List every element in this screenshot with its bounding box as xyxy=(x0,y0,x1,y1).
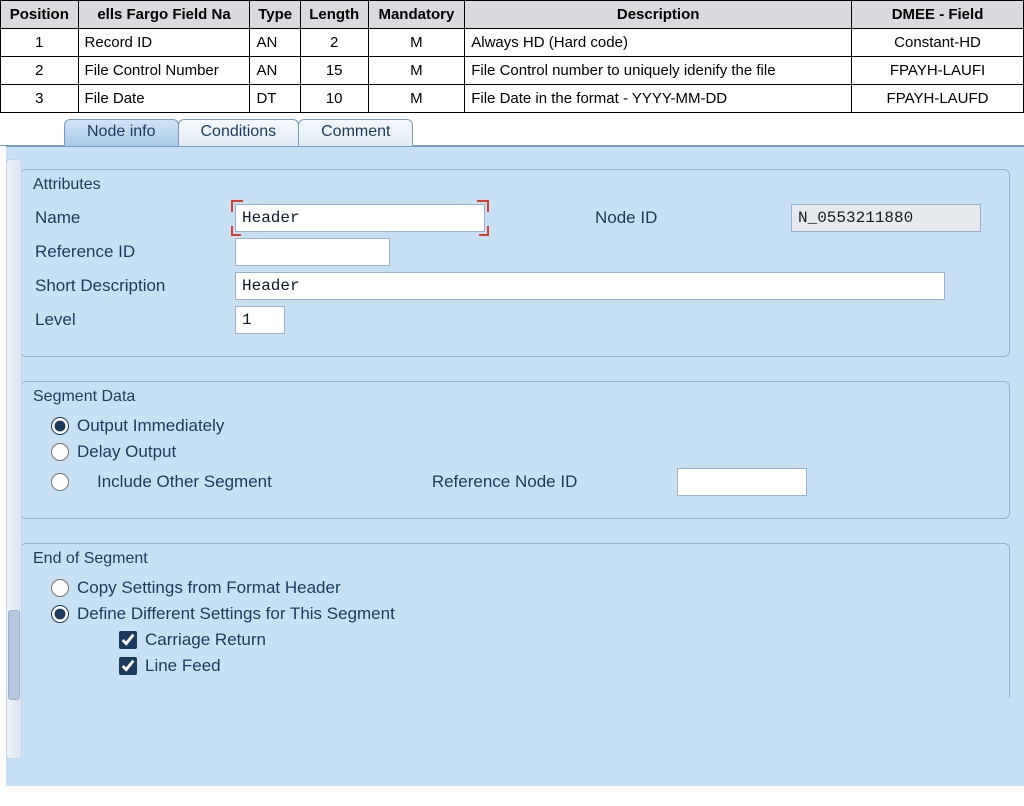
col-type: Type xyxy=(250,1,300,29)
input-short-description[interactable] xyxy=(235,272,945,300)
input-name[interactable] xyxy=(235,204,485,232)
label-carriage-return: Carriage Return xyxy=(145,630,266,650)
label-define-different: Define Different Settings for This Segme… xyxy=(77,604,395,624)
cell-dmee: FPAYH-LAUFD xyxy=(852,85,1024,113)
radio-define-different[interactable] xyxy=(51,605,69,623)
col-dmee: DMEE - Field xyxy=(852,1,1024,29)
table-row[interactable]: 3 File Date DT 10 M File Date in the for… xyxy=(1,85,1024,113)
group-title-segment-data: Segment Data xyxy=(33,388,995,406)
col-position: Position xyxy=(1,1,79,29)
cell-dmee: Constant-HD xyxy=(852,29,1024,57)
check-line-feed[interactable] xyxy=(119,657,137,675)
cell-fieldname: File Date xyxy=(78,85,250,113)
table-row[interactable]: 2 File Control Number AN 15 M File Contr… xyxy=(1,57,1024,85)
cell-position: 2 xyxy=(1,57,79,85)
input-level[interactable] xyxy=(235,306,285,334)
tab-comment[interactable]: Comment xyxy=(298,119,413,146)
label-copy-settings: Copy Settings from Format Header xyxy=(77,578,341,598)
radio-delay-output[interactable] xyxy=(51,443,69,461)
label-reference-node-id: Reference Node ID xyxy=(432,472,578,492)
cell-mandatory: M xyxy=(368,57,465,85)
cell-length: 10 xyxy=(300,85,368,113)
tab-strip: Node info Conditions Comment xyxy=(64,119,1024,146)
radio-include-other-segment[interactable] xyxy=(51,473,69,491)
cell-fieldname: File Control Number xyxy=(78,57,250,85)
cell-length: 2 xyxy=(300,29,368,57)
spec-grid: Position ells Fargo Field Na Type Length… xyxy=(0,0,1024,113)
label-reference-id: Reference ID xyxy=(35,242,235,262)
cell-description: Always HD (Hard code) xyxy=(465,29,852,57)
cell-mandatory: M xyxy=(368,85,465,113)
radio-output-immediately[interactable] xyxy=(51,417,69,435)
label-level: Level xyxy=(35,310,235,330)
label-include-other-segment: Include Other Segment xyxy=(97,472,272,492)
left-scrollbar[interactable] xyxy=(6,159,22,759)
grid-header-row: Position ells Fargo Field Na Type Length… xyxy=(1,1,1024,29)
cell-position: 1 xyxy=(1,29,79,57)
group-title-attributes: Attributes xyxy=(33,176,995,194)
label-short-description: Short Description xyxy=(35,276,235,296)
group-end-of-segment: End of Segment Copy Settings from Format… xyxy=(20,543,1010,698)
label-output-immediately: Output Immediately xyxy=(77,416,224,436)
label-line-feed: Line Feed xyxy=(145,656,221,676)
cell-description: File Date in the format - YYYY-MM-DD xyxy=(465,85,852,113)
cell-type: AN xyxy=(250,57,300,85)
input-reference-node-id[interactable] xyxy=(677,468,807,496)
tab-panel-node-info: Attributes Name Node ID Reference ID Sho… xyxy=(6,146,1024,786)
group-attributes: Attributes Name Node ID Reference ID Sho… xyxy=(20,169,1010,357)
col-fieldname: ells Fargo Field Na xyxy=(78,1,250,29)
tab-conditions[interactable]: Conditions xyxy=(178,119,300,146)
input-reference-id[interactable] xyxy=(235,238,390,266)
scrollbar-thumb[interactable] xyxy=(8,610,20,700)
label-name: Name xyxy=(35,208,235,228)
table-row[interactable]: 1 Record ID AN 2 M Always HD (Hard code)… xyxy=(1,29,1024,57)
check-carriage-return[interactable] xyxy=(119,631,137,649)
cell-length: 15 xyxy=(300,57,368,85)
label-delay-output: Delay Output xyxy=(77,442,176,462)
tab-node-info[interactable]: Node info xyxy=(64,119,179,146)
radio-copy-settings[interactable] xyxy=(51,579,69,597)
input-node-id xyxy=(791,204,981,232)
label-node-id: Node ID xyxy=(595,208,751,228)
cell-dmee: FPAYH-LAUFI xyxy=(852,57,1024,85)
cell-mandatory: M xyxy=(368,29,465,57)
col-description: Description xyxy=(465,1,852,29)
cell-description: File Control number to uniquely idenify … xyxy=(465,57,852,85)
group-segment-data: Segment Data Output Immediately Delay Ou… xyxy=(20,381,1010,519)
cell-position: 3 xyxy=(1,85,79,113)
col-length: Length xyxy=(300,1,368,29)
cell-fieldname: Record ID xyxy=(78,29,250,57)
group-title-end-of-segment: End of Segment xyxy=(33,550,995,568)
cell-type: AN xyxy=(250,29,300,57)
col-mandatory: Mandatory xyxy=(368,1,465,29)
cell-type: DT xyxy=(250,85,300,113)
